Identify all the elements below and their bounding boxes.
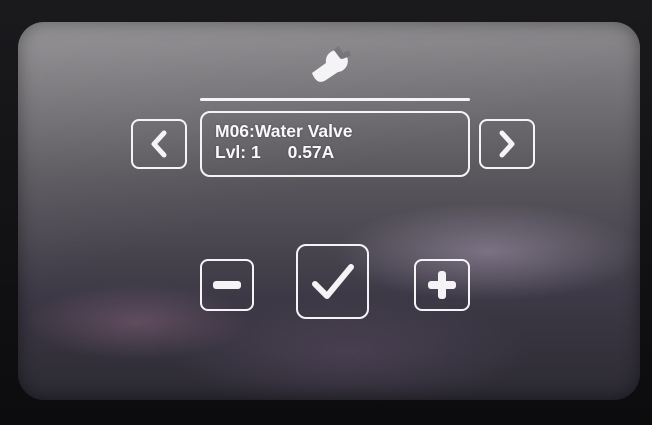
increase-button[interactable] (414, 259, 470, 311)
decrease-button[interactable] (200, 259, 254, 311)
next-button[interactable] (479, 119, 535, 169)
plus-icon (428, 271, 456, 299)
current-value: 0.57A (287, 142, 335, 162)
minus-icon (213, 281, 241, 289)
checkmark-icon (311, 263, 354, 299)
touch-screen: M06:Water Valve Lvl: 1 0.57A (18, 22, 640, 400)
previous-button[interactable] (131, 119, 187, 169)
chevron-left-icon (151, 130, 167, 158)
wrench-icon (308, 42, 356, 84)
module-name: M06:Water Valve (215, 121, 353, 141)
chevron-right-icon (499, 130, 515, 158)
confirm-button[interactable] (296, 244, 369, 319)
header-divider (200, 98, 470, 101)
module-status-line: Lvl: 1 0.57A (215, 142, 468, 163)
level-value: Lvl: 1 (215, 142, 261, 162)
device-bezel: M06:Water Valve Lvl: 1 0.57A (0, 0, 652, 425)
module-info-panel: M06:Water Valve Lvl: 1 0.57A (200, 111, 470, 177)
